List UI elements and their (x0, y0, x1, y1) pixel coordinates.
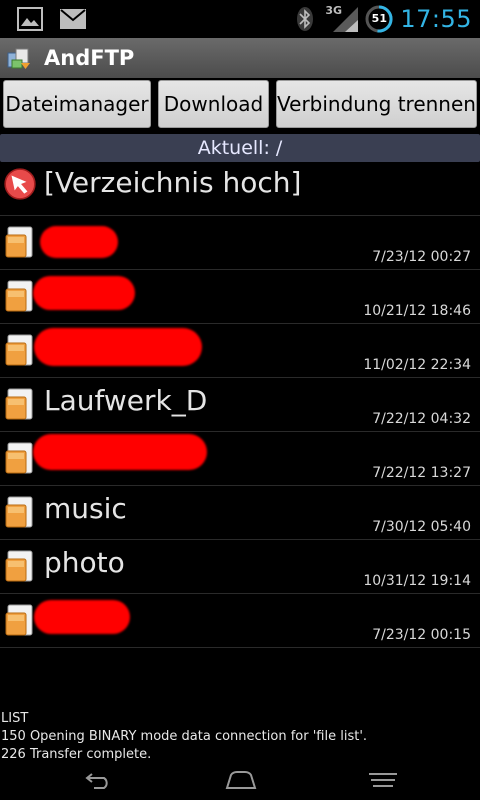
picture-icon (17, 7, 43, 31)
folder-icon (5, 388, 33, 420)
system-icons: 3G 51 17:55 (297, 0, 480, 38)
status-bar: 3G 51 17:55 (0, 0, 480, 38)
file-date: 7/22/12 04:32 (372, 411, 471, 427)
toolbar: Dateimanager Download Verbindung trennen (0, 78, 480, 132)
redaction-mark (40, 226, 118, 258)
file-date: 7/23/12 00:15 (372, 627, 471, 643)
current-path-bar: Aktuell: / (0, 134, 480, 162)
log-line: LIST (1, 711, 29, 726)
folder-icon (5, 280, 33, 312)
log-line: 150 Opening BINARY mode data connection … (1, 729, 368, 744)
folder-icon (5, 604, 33, 636)
file-list-row[interactable]: 7/22/12 13:27 (0, 432, 480, 486)
parent-directory-label: [Verzeichnis hoch] (44, 166, 302, 199)
file-date: 10/21/12 18:46 (363, 303, 471, 319)
parent-directory-row[interactable]: [Verzeichnis hoch] (0, 162, 480, 216)
redaction-mark (33, 434, 207, 470)
ftp-log: LIST 150 Opening BINARY mode data connec… (1, 710, 479, 764)
file-list-row[interactable]: 10/21/12 18:46 (0, 270, 480, 324)
notification-icons (0, 0, 86, 38)
mail-icon (60, 9, 86, 29)
redaction-mark (34, 328, 202, 366)
clock: 17:55 (400, 5, 472, 33)
file-name: photo (44, 546, 125, 579)
app-title: AndFTP (44, 46, 135, 70)
file-date: 7/23/12 00:27 (372, 249, 471, 265)
andftp-logo-icon (7, 48, 30, 69)
file-name: Laufwerk_D (44, 384, 208, 417)
file-list-row[interactable]: 11/02/12 22:34 (0, 324, 480, 378)
file-list-row[interactable]: music 7/30/12 05:40 (0, 486, 480, 540)
home-icon[interactable] (225, 770, 257, 790)
battery-icon: 51 (364, 4, 394, 34)
folder-icon (5, 550, 33, 582)
folder-up-icon (4, 168, 36, 200)
file-list-row[interactable]: photo 10/31/12 19:14 (0, 540, 480, 594)
file-list-row[interactable]: Laufwerk_D 7/22/12 04:32 (0, 378, 480, 432)
current-path: Aktuell: / (197, 137, 283, 159)
file-list: [Verzeichnis hoch] 7/23/12 00:27 10/21/12… (0, 162, 480, 648)
signal-icon: 3G (325, 4, 359, 34)
file-manager-button[interactable]: Dateimanager (3, 80, 151, 128)
log-line: 226 Transfer complete. (1, 747, 152, 762)
navigation-bar (0, 764, 480, 800)
file-date: 7/22/12 13:27 (372, 465, 471, 481)
recent-apps-icon[interactable] (367, 770, 399, 790)
folder-icon (5, 226, 33, 258)
battery-level: 51 (371, 12, 387, 25)
file-date: 11/02/12 22:34 (363, 357, 471, 373)
file-date: 7/30/12 05:40 (372, 519, 471, 535)
folder-icon (5, 334, 33, 366)
redaction-mark (33, 276, 135, 310)
file-list-row[interactable]: 7/23/12 00:15 (0, 594, 480, 648)
folder-icon (5, 442, 33, 474)
folder-icon (5, 496, 33, 528)
file-name: music (44, 492, 127, 525)
file-date: 10/31/12 19:14 (363, 573, 471, 589)
back-icon[interactable] (84, 770, 114, 790)
download-button[interactable]: Download (158, 80, 269, 128)
disconnect-button[interactable]: Verbindung trennen (276, 80, 477, 128)
redaction-mark (34, 600, 130, 634)
bluetooth-icon (297, 7, 314, 31)
app-title-bar: AndFTP (0, 38, 480, 78)
file-list-row[interactable]: 7/23/12 00:27 (0, 216, 480, 270)
